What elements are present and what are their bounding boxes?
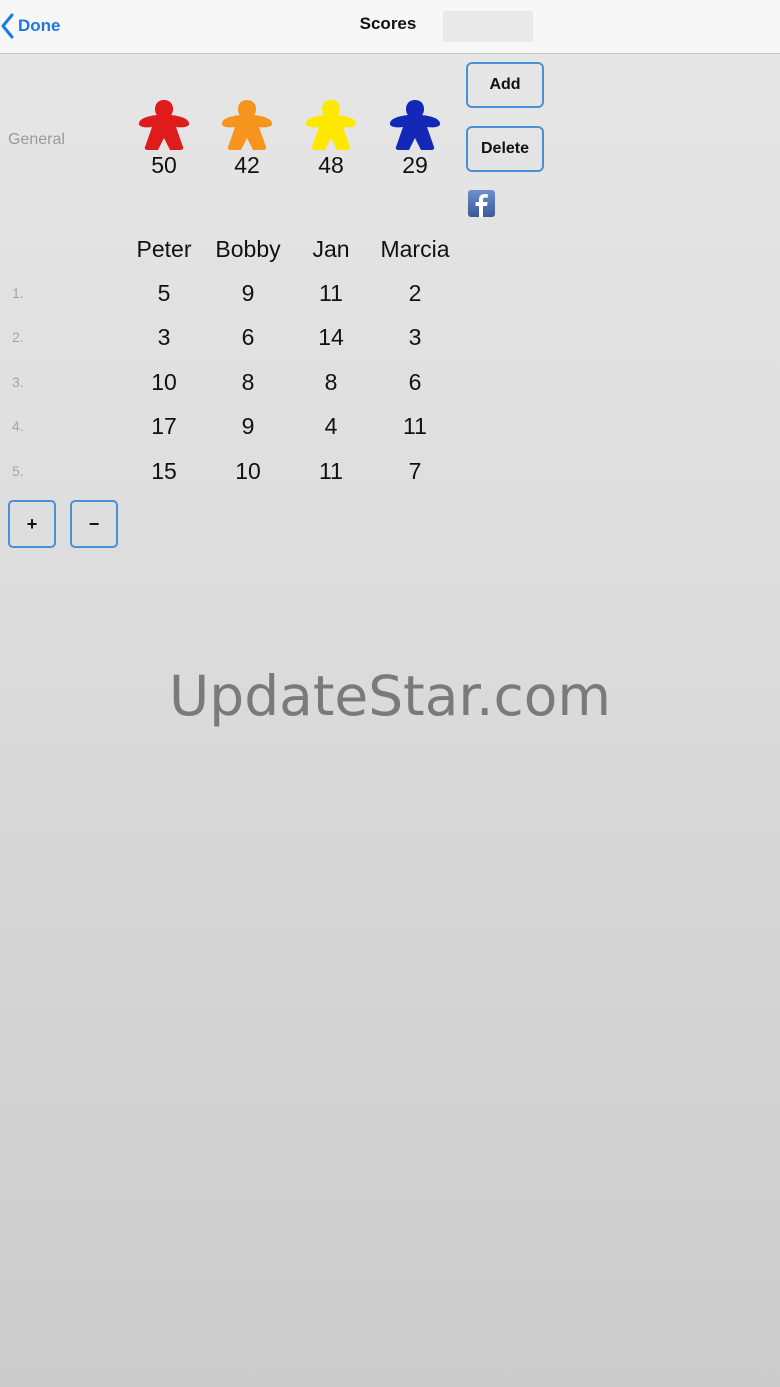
score-cell[interactable]: 9 xyxy=(208,413,288,440)
round-number: 3. xyxy=(12,374,24,390)
chevron-left-icon xyxy=(1,13,14,39)
round-number: 4. xyxy=(12,418,24,434)
done-label: Done xyxy=(18,16,61,35)
delete-button[interactable]: Delete xyxy=(466,126,544,172)
score-cell[interactable]: 6 xyxy=(208,324,288,351)
player-total-jan: 48 xyxy=(296,98,366,179)
round-number: 1. xyxy=(12,285,24,301)
score-cell[interactable]: 5 xyxy=(124,280,204,307)
score-cell[interactable]: 3 xyxy=(124,324,204,351)
score-cell[interactable]: 8 xyxy=(208,369,288,396)
player-total-bobby: 42 xyxy=(212,98,282,179)
player-total: 42 xyxy=(234,152,260,178)
score-cell[interactable]: 3 xyxy=(375,324,455,351)
meeple-icon xyxy=(138,100,190,150)
watermark-text: UpdateStar.com xyxy=(169,664,611,728)
score-cell[interactable]: 10 xyxy=(208,458,288,485)
general-label: General xyxy=(8,131,65,148)
score-cell[interactable]: 7 xyxy=(375,458,455,485)
meeple-icon xyxy=(389,100,441,150)
round-number: 2. xyxy=(12,329,24,345)
add-round-button[interactable]: + xyxy=(8,500,56,548)
score-cell[interactable]: 15 xyxy=(124,458,204,485)
nav-blank-field xyxy=(443,11,533,42)
score-cell[interactable]: 11 xyxy=(375,413,455,440)
score-cell[interactable]: 10 xyxy=(124,369,204,396)
player-total-marcia: 29 xyxy=(380,98,450,179)
player-total: 50 xyxy=(151,152,177,178)
score-cell[interactable]: 4 xyxy=(291,413,371,440)
meeple-icon xyxy=(305,100,357,150)
done-button[interactable]: Done xyxy=(0,10,61,42)
round-number: 5. xyxy=(12,463,24,479)
score-cell[interactable]: 17 xyxy=(124,413,204,440)
meeple-icon xyxy=(221,100,273,150)
score-cell[interactable]: 6 xyxy=(375,369,455,396)
remove-round-button[interactable]: − xyxy=(70,500,118,548)
player-total-peter: 50 xyxy=(129,98,199,179)
add-button[interactable]: Add xyxy=(466,62,544,108)
facebook-icon[interactable] xyxy=(468,190,495,217)
facebook-glyph xyxy=(475,194,488,217)
player-total: 29 xyxy=(402,152,428,178)
player-total: 48 xyxy=(318,152,344,178)
score-cell[interactable]: 11 xyxy=(291,458,371,485)
score-cell[interactable]: 8 xyxy=(291,369,371,396)
page-title: Scores xyxy=(359,14,417,33)
player-name-marcia[interactable]: Marcia xyxy=(365,236,465,263)
navigation-bar: Done Scores xyxy=(0,0,780,54)
score-cell[interactable]: 11 xyxy=(291,280,371,307)
score-cell[interactable]: 2 xyxy=(375,280,455,307)
score-cell[interactable]: 14 xyxy=(291,324,371,351)
score-cell[interactable]: 9 xyxy=(208,280,288,307)
